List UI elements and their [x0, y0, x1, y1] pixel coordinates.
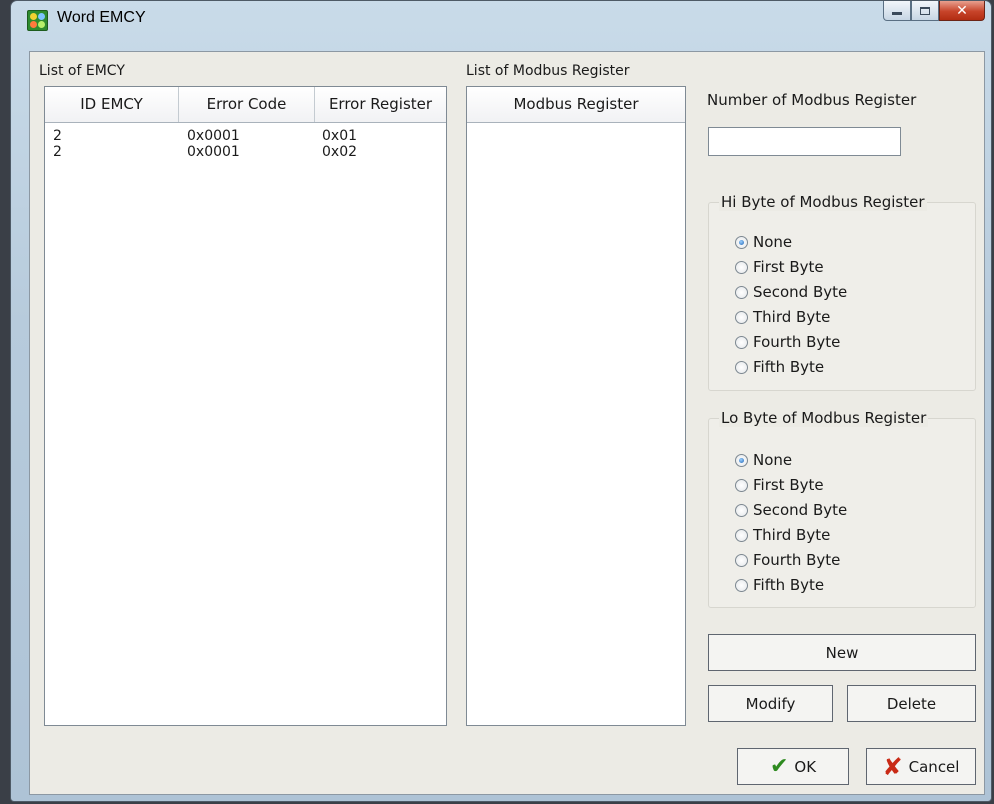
radio-icon: [735, 260, 748, 274]
dialog-window: Word EMCY ✕ List of EMCY ID EMCY Error C…: [10, 0, 992, 802]
column-header-error-code[interactable]: Error Code: [179, 87, 315, 122]
close-button[interactable]: ✕: [939, 1, 985, 21]
radio-selected-icon: [735, 453, 748, 467]
radio-icon: [735, 553, 748, 567]
column-header-error-register[interactable]: Error Register: [315, 87, 446, 122]
radio-icon: [735, 360, 748, 374]
hi-byte-radio-first[interactable]: First Byte: [735, 256, 824, 278]
cell-error-register: 0x02: [322, 144, 358, 160]
radio-selected-icon: [735, 235, 748, 249]
ok-button-label: OK: [794, 757, 817, 776]
hi-byte-radio-second[interactable]: Second Byte: [735, 281, 847, 303]
close-icon: ✕: [956, 2, 968, 19]
hi-byte-radio-third[interactable]: Third Byte: [735, 306, 830, 328]
new-button[interactable]: New: [708, 634, 976, 671]
radio-label: Second Byte: [753, 283, 848, 301]
radio-label: First Byte: [753, 476, 824, 494]
radio-label: Fifth Byte: [753, 576, 825, 594]
radio-label: Second Byte: [753, 501, 848, 519]
cell-error-code: 0x0001: [187, 128, 240, 144]
radio-label: None: [753, 233, 793, 251]
radio-label: Third Byte: [753, 526, 831, 544]
lo-byte-radio-fifth[interactable]: Fifth Byte: [735, 574, 824, 596]
hi-byte-group: Hi Byte of Modbus Register None First By…: [708, 193, 976, 391]
ok-button[interactable]: ✔ OK: [737, 748, 849, 785]
radio-icon: [735, 478, 748, 492]
radio-icon: [735, 503, 748, 517]
dialog-client-area: List of EMCY ID EMCY Error Code Error Re…: [29, 51, 985, 795]
radio-icon: [735, 310, 748, 324]
radio-label: Fourth Byte: [753, 551, 841, 569]
lo-byte-radio-first[interactable]: First Byte: [735, 474, 824, 496]
minimize-icon: [892, 12, 902, 15]
cell-error-code: 0x0001: [187, 144, 240, 160]
hi-byte-radio-fifth[interactable]: Fifth Byte: [735, 356, 824, 378]
cancel-button-label: Cancel: [908, 757, 960, 776]
number-of-register-input[interactable]: [708, 127, 901, 156]
lo-byte-radio-third[interactable]: Third Byte: [735, 524, 830, 546]
table-row[interactable]: 2 0x0001 0x02: [45, 144, 446, 160]
hi-byte-radio-none[interactable]: None: [735, 231, 792, 253]
radio-label: Third Byte: [753, 308, 831, 326]
minimize-button[interactable]: [883, 1, 911, 21]
caption-buttons: ✕: [883, 1, 985, 22]
lo-byte-radio-fourth[interactable]: Fourth Byte: [735, 549, 840, 571]
cross-icon: ✘: [882, 752, 903, 781]
radio-label: Fourth Byte: [753, 333, 841, 351]
column-header-id-emcy[interactable]: ID EMCY: [45, 87, 179, 122]
radio-icon: [735, 285, 748, 299]
modbus-register-list[interactable]: Modbus Register: [466, 86, 686, 726]
radio-icon: [735, 578, 748, 592]
maximize-button[interactable]: [911, 1, 939, 21]
emcy-list[interactable]: ID EMCY Error Code Error Register 2 0x00…: [44, 86, 447, 726]
hi-byte-group-title: Hi Byte of Modbus Register: [719, 193, 927, 211]
radio-icon: [735, 335, 748, 349]
lo-byte-group: Lo Byte of Modbus Register None First By…: [708, 409, 976, 608]
cancel-button[interactable]: ✘ Cancel: [866, 748, 976, 785]
number-of-register-label: Number of Modbus Register: [707, 91, 917, 109]
modbus-list-header: Modbus Register: [467, 87, 685, 123]
cell-id-emcy: 2: [53, 128, 62, 144]
modbus-list-title: List of Modbus Register: [466, 63, 630, 79]
cell-id-emcy: 2: [53, 144, 62, 160]
cell-error-register: 0x01: [322, 128, 358, 144]
window-title: Word EMCY: [57, 9, 146, 26]
check-icon: ✔: [769, 753, 789, 779]
radio-label: Fifth Byte: [753, 358, 825, 376]
emcy-list-title: List of EMCY: [39, 63, 125, 79]
maximize-icon: [920, 6, 930, 15]
delete-button[interactable]: Delete: [847, 685, 976, 722]
table-row[interactable]: 2 0x0001 0x01: [45, 128, 446, 144]
radio-icon: [735, 528, 748, 542]
hi-byte-radio-fourth[interactable]: Fourth Byte: [735, 331, 840, 353]
radio-label: None: [753, 451, 793, 469]
app-icon: [27, 10, 48, 31]
lo-byte-radio-second[interactable]: Second Byte: [735, 499, 847, 521]
modify-button[interactable]: Modify: [708, 685, 833, 722]
column-header-modbus-register[interactable]: Modbus Register: [467, 87, 685, 122]
lo-byte-group-title: Lo Byte of Modbus Register: [719, 409, 929, 427]
radio-label: First Byte: [753, 258, 824, 276]
emcy-list-header: ID EMCY Error Code Error Register: [45, 87, 446, 123]
lo-byte-radio-none[interactable]: None: [735, 449, 792, 471]
title-bar[interactable]: Word EMCY ✕: [11, 1, 991, 39]
